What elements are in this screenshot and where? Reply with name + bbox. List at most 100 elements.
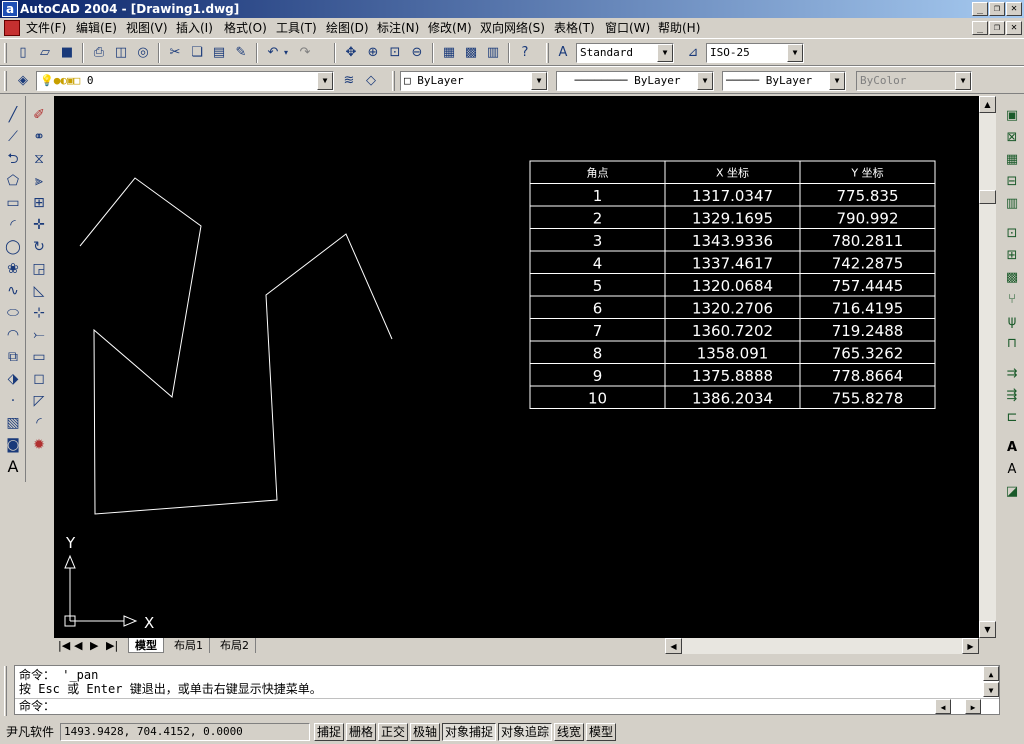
vertical-scrollbar[interactable]: ▲ ▼: [979, 96, 996, 638]
multiline-text-icon[interactable]: A: [2, 456, 24, 478]
text-style-icon[interactable]: A: [552, 43, 574, 63]
text-align-icon[interactable]: ◪: [1002, 482, 1022, 502]
command-scroll-down-icon[interactable]: ▼: [983, 682, 999, 697]
zoom-realtime-icon[interactable]: ⊕: [362, 43, 384, 63]
linetype-combo[interactable]: ──────── ByLayer ▼: [556, 71, 714, 91]
menu-tools[interactable]: 工具(T): [274, 20, 319, 37]
scroll-right-icon[interactable]: ▶: [962, 638, 979, 654]
drawing-canvas[interactable]: Y X 角点 X 坐标 Y 坐标 1 1317.0347 775.835 2 1329.169…: [54, 96, 979, 638]
print-icon[interactable]: ⎙: [88, 43, 110, 63]
table-edit-icon[interactable]: ⊟: [1002, 172, 1022, 192]
toolbar-grip[interactable]: [392, 71, 395, 91]
menu-modify[interactable]: 修改(M): [426, 20, 474, 37]
text-style-combo[interactable]: Standard ▼: [576, 43, 674, 63]
undo-dropdown-icon[interactable]: ▾: [280, 43, 292, 63]
arc-icon[interactable]: ◜: [2, 214, 24, 236]
make-block-icon[interactable]: ⬗: [2, 368, 24, 390]
last-tab-icon[interactable]: ▶|: [104, 638, 120, 653]
menu-help[interactable]: 帮助(H): [656, 20, 702, 37]
paste-icon[interactable]: ▤: [208, 43, 230, 63]
offset-icon[interactable]: ⫸: [28, 170, 50, 192]
node-table-icon[interactable]: ⊞: [1002, 246, 1022, 266]
command-grip[interactable]: [4, 666, 7, 716]
prev-tab-icon[interactable]: ◀: [72, 638, 84, 653]
point-icon[interactable]: ·: [2, 390, 24, 412]
align-left-icon[interactable]: ⇉: [1002, 364, 1022, 384]
chevron-down-icon[interactable]: ▼: [657, 44, 673, 62]
doc-close-button[interactable]: ✕: [1006, 21, 1022, 35]
scale-icon[interactable]: ◲: [28, 258, 50, 280]
open-file-icon[interactable]: ▱: [34, 43, 56, 63]
command-window[interactable]: 命令： '_pan 按 Esc 或 Enter 键退出，或单击右键显示快捷菜单。…: [14, 665, 1000, 715]
publish-icon[interactable]: ◎: [132, 43, 154, 63]
zoom-window-icon[interactable]: ⊡: [384, 43, 406, 63]
polyline-left[interactable]: [79, 177, 393, 515]
properties-icon[interactable]: ▦: [438, 43, 460, 63]
revision-cloud-icon[interactable]: ❀: [2, 258, 24, 280]
help-icon[interactable]: ?: [514, 43, 536, 63]
fork-icon[interactable]: ⑂: [1002, 290, 1022, 310]
doc-restore-button[interactable]: ❐: [989, 21, 1005, 35]
close-button[interactable]: ✕: [1006, 2, 1022, 16]
chevron-down-icon[interactable]: ▼: [697, 72, 713, 90]
polygon-icon[interactable]: ⬠: [2, 170, 24, 192]
status-toggle-osnap[interactable]: 对象捕捉: [442, 723, 496, 741]
match-properties-icon[interactable]: ✎: [230, 43, 252, 63]
chamfer-icon[interactable]: ◸: [28, 390, 50, 412]
copy-icon[interactable]: ❏: [186, 43, 208, 63]
copy-object-icon[interactable]: ⚭: [28, 126, 50, 148]
color-combo[interactable]: □ ByLayer ▼: [400, 71, 548, 91]
polyline-icon[interactable]: ⮌: [2, 148, 24, 170]
redo-icon[interactable]: ↷: [294, 43, 316, 63]
ellipse-icon[interactable]: ⬭: [2, 302, 24, 324]
import-data-icon[interactable]: ⊠: [1002, 128, 1022, 148]
scroll-left-icon[interactable]: ◀: [665, 638, 682, 654]
scroll-down-icon[interactable]: ▼: [979, 621, 996, 638]
insert-block-icon[interactable]: ⧉: [2, 346, 24, 368]
command-scroll-up-icon[interactable]: ▲: [983, 666, 999, 681]
mirror-icon[interactable]: ⧖: [28, 148, 50, 170]
menu-file[interactable]: 文件(F): [24, 20, 68, 37]
new-file-icon[interactable]: ▯: [12, 43, 34, 63]
scroll-up-icon[interactable]: ▲: [979, 96, 996, 113]
construction-line-icon[interactable]: ⟋: [2, 126, 24, 148]
plot-preview-icon[interactable]: ◫: [110, 43, 132, 63]
rectangle-icon[interactable]: ▭: [2, 192, 24, 214]
indent-icon[interactable]: ⊏: [1002, 408, 1022, 428]
ellipse-arc-icon[interactable]: ◠: [2, 324, 24, 346]
branch-icon[interactable]: ψ: [1002, 312, 1022, 332]
array-icon[interactable]: ⊞: [28, 192, 50, 214]
status-toggle-ortho[interactable]: 正交: [378, 723, 408, 741]
command-scroll-right-icon[interactable]: ▶: [965, 699, 981, 714]
break-icon[interactable]: ◻: [28, 368, 50, 390]
toolbar-grip[interactable]: [546, 43, 549, 63]
menu-view[interactable]: 视图(V): [124, 20, 170, 37]
plotstyle-combo[interactable]: ByColor ▼: [856, 71, 972, 91]
cut-icon[interactable]: ✂: [164, 43, 186, 63]
coordinate-readout[interactable]: 1493.9428, 704.4152, 0.0000: [60, 723, 310, 741]
status-toggle-lwt[interactable]: 线宽: [554, 723, 584, 741]
layer-combo[interactable]: 💡●◐▣□ 0 ▼: [36, 71, 334, 91]
hatch-icon[interactable]: ▧: [2, 412, 24, 434]
rotate-icon[interactable]: ↻: [28, 236, 50, 258]
pan-icon[interactable]: ✥: [340, 43, 362, 63]
doc-minimize-button[interactable]: _: [972, 21, 988, 35]
export-excel-icon[interactable]: ▣: [1002, 106, 1022, 126]
chevron-down-icon[interactable]: ▼: [829, 72, 845, 90]
toolbar-grip[interactable]: [4, 71, 7, 91]
line-icon[interactable]: ╱: [2, 104, 24, 126]
menu-draw[interactable]: 绘图(D): [324, 20, 371, 37]
move-icon[interactable]: ✛: [28, 214, 50, 236]
dimension-style-icon[interactable]: ⊿: [682, 43, 704, 63]
command-scroll-left-icon[interactable]: ◀: [935, 699, 951, 714]
document-icon[interactable]: [4, 20, 20, 36]
menu-edit[interactable]: 编辑(E): [74, 20, 119, 37]
chevron-down-icon[interactable]: ▼: [955, 72, 971, 90]
next-tab-icon[interactable]: ▶: [88, 638, 100, 653]
align-right-icon[interactable]: ⇶: [1002, 386, 1022, 406]
text-scale-icon[interactable]: A: [1002, 460, 1022, 480]
scroll-thumb[interactable]: [979, 190, 996, 204]
status-toggle-polar[interactable]: 极轴: [410, 723, 440, 741]
trim-icon[interactable]: ⊹: [28, 302, 50, 324]
region-icon[interactable]: ◙: [2, 434, 24, 456]
